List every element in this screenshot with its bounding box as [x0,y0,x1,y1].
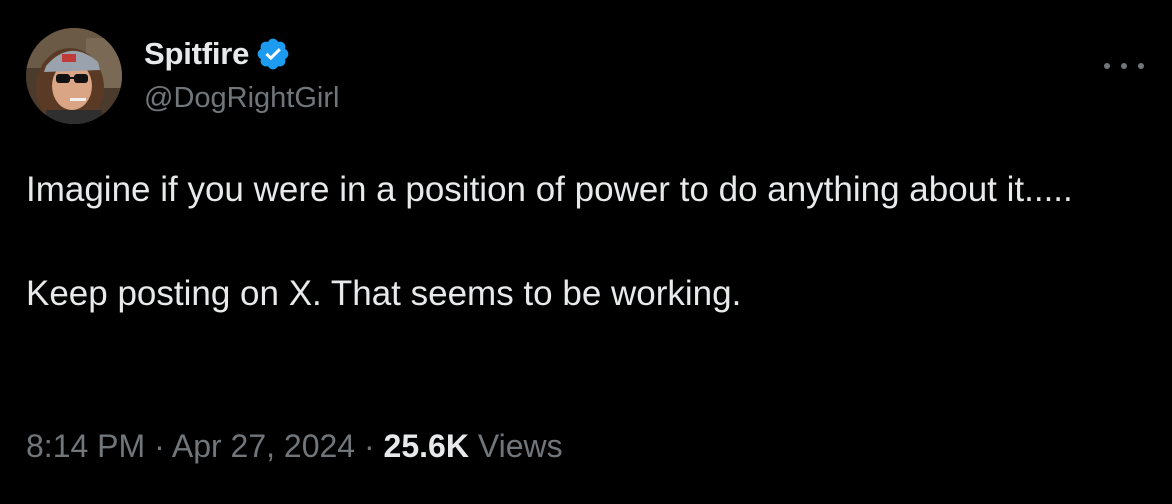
verified-badge-icon[interactable] [255,36,291,72]
author-name-row: Spitfire [144,32,291,76]
meta-separator: · [355,428,384,464]
views-count[interactable]: 25.6K [384,428,469,464]
tweet-paragraph-2: Keep posting on X. That seems to be work… [26,274,742,313]
tweet-metadata: 8:14 PM · Apr 27, 2024 · 25.6K Views [26,428,563,465]
tweet-paragraph-1: Imagine if you were in a position of pow… [26,170,1073,209]
avatar[interactable] [26,28,122,124]
author-display-name[interactable]: Spitfire [144,36,249,72]
avatar-image [26,28,122,124]
tweet-time[interactable]: 8:14 PM [26,428,145,464]
tweet-text: Imagine if you were in a position of pow… [26,164,1136,320]
more-horizontal-icon [1138,63,1144,69]
tweet-date[interactable]: Apr 27, 2024 [172,428,355,464]
views-label[interactable]: Views [478,428,563,464]
author-handle[interactable]: @DogRightGirl [144,82,339,115]
more-options-button[interactable] [1104,54,1144,78]
more-horizontal-icon [1104,63,1110,69]
meta-separator: · [145,428,172,464]
more-horizontal-icon [1121,63,1127,69]
tweet-card: Spitfire @DogRightGirl Imagine if you we… [0,0,1172,504]
